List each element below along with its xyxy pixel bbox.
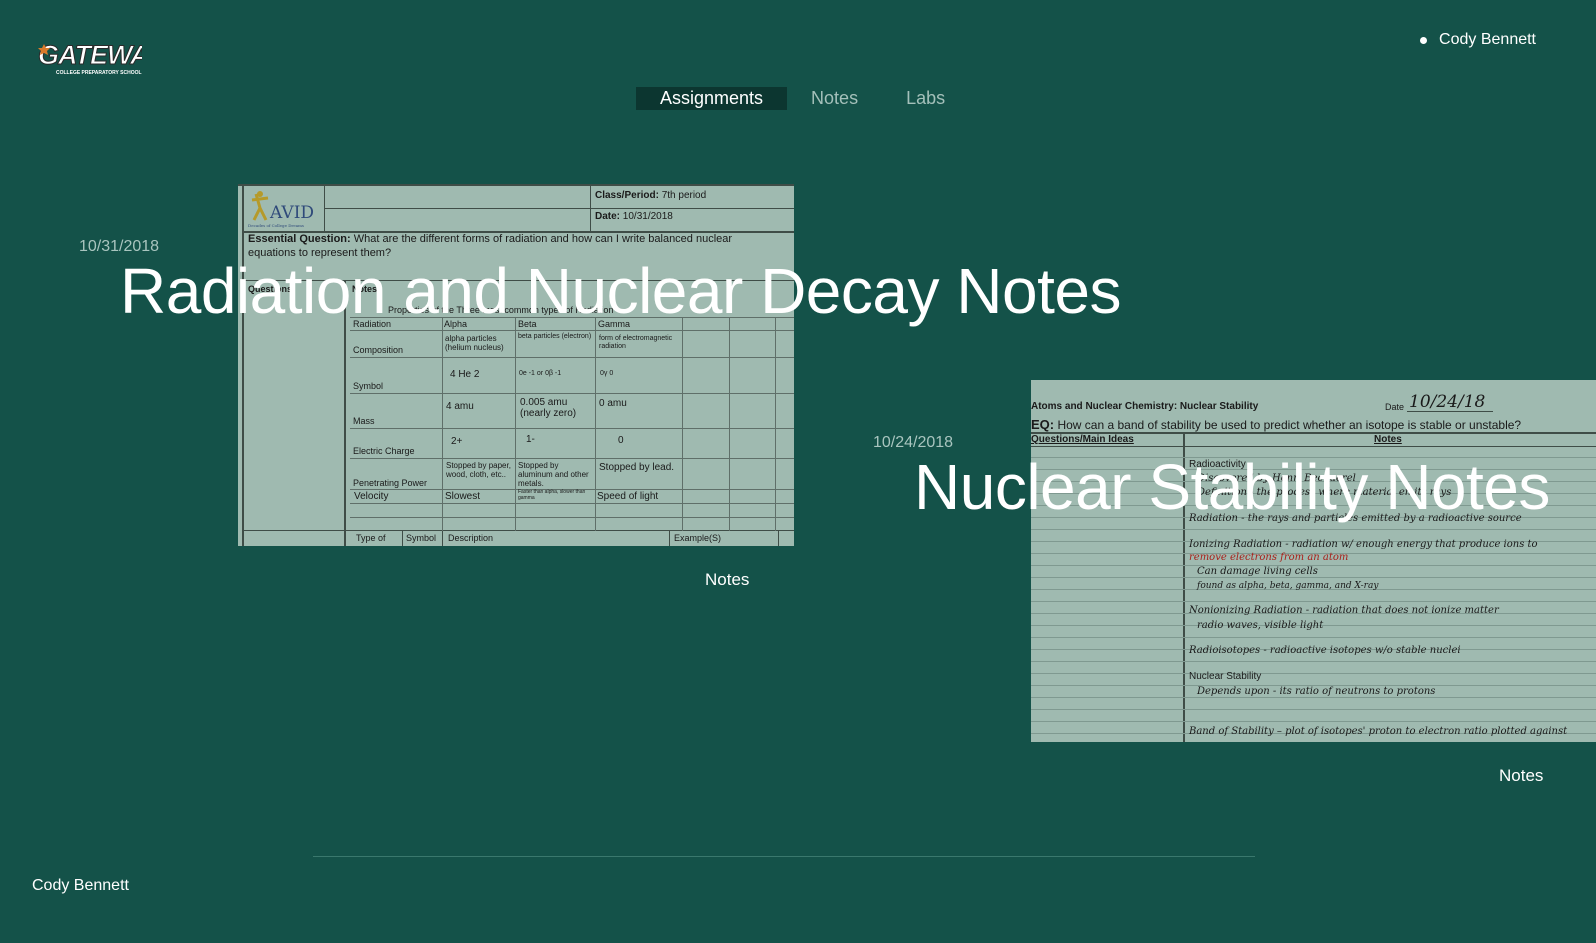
cell-mass-alpha: 4 amu [446,401,474,412]
note-line-6: remove electrons from an atom [1189,552,1349,563]
nav-tab-notes[interactable]: Notes [787,87,882,110]
note-line-12: Nuclear Stability [1189,671,1262,682]
post-category-tag[interactable]: Notes [1499,766,1543,786]
row-label-velocity: Velocity [354,491,389,502]
cell-velocity-beta: Faster than alpha, slower than gamma [518,489,586,501]
note-line-9: Nonionizing Radiation - radiation that d… [1189,605,1499,616]
cell-mass-beta: 0.005 amu (nearly zero) [520,397,577,419]
user-menu[interactable]: Cody Bennett [1420,31,1536,49]
cell-charge-alpha: 2+ [451,436,463,447]
post-thumbnail-nuclear-stability[interactable]: Atoms and Nuclear Chemistry: Nuclear Sta… [1031,380,1596,742]
note-line-13: Depends upon - its ratio of neutrons to … [1197,686,1436,697]
date-label: Date: [595,211,621,222]
svg-text:AVID: AVID [269,203,314,223]
cell-velocity-gamma: Speed of light [597,491,659,502]
post-thumbnail-radiation[interactable]: AVID Decades of College Dreams Class/Per… [238,184,794,546]
date-value: 10/31/2018 [622,211,673,222]
svg-text:Decades of College Dreams: Decades of College Dreams [248,223,304,228]
cell-velocity-alpha: Slowest [445,491,481,502]
cell-composition-alpha: alpha particles (helium nucleus) [445,334,504,353]
svg-text:COLLEGE PREPARATORY SCHOOL: COLLEGE PREPARATORY SCHOOL [56,70,142,76]
notes-heading: Atoms and Nuclear Chemistry: Nuclear Sta… [1031,401,1259,412]
class-period-value: 7th period [661,190,707,201]
svg-text:GATEWAY: GATEWAY [38,40,142,70]
cell-symbol-beta: 0e -1 or 0β -1 [519,370,562,377]
essential-question-label: Essential Question: [248,233,351,245]
column-header-notes: Notes [1374,434,1402,445]
bottom-header-type: Type of [356,533,386,543]
gateway-logo-icon: GATEWAY COLLEGE PREPARATORY SCHOOL [38,40,169,77]
row-label-penetrating-power: Penetrating Power [353,478,428,488]
footer-divider [313,856,1255,857]
post-date: 10/31/2018 [79,238,160,255]
row-label-electric-charge: Electric Charge [353,446,415,456]
bottom-header-description: Description [448,533,494,543]
row-label-composition: Composition [353,345,404,355]
cell-symbol-alpha: 4 He 2 [450,369,480,380]
post-title[interactable]: Nuclear Stability Notes [914,455,1550,519]
avid-logo: AVID Decades of College Dreams [246,188,322,228]
cell-symbol-gamma: 0γ 0 [600,370,614,377]
post-date: 10/24/2018 [873,434,954,451]
note-line-10: radio waves, visible light [1197,620,1324,631]
footer-author-name: Cody Bennett [32,877,129,894]
class-period-label: Class/Period: [595,190,659,201]
main-nav: Assignments Notes Labs [636,87,969,110]
note-line-8: found as alpha, beta, gamma, and X-ray [1197,581,1379,591]
user-status-dot [1420,36,1428,44]
note-line-7: Can damage living cells [1197,566,1318,577]
cell-charge-beta: 1- [526,434,535,445]
post-category-tag[interactable]: Notes [705,570,749,590]
notes-date-value: 10/24/18 [1409,392,1486,412]
note-line-14: Band of Stability – plot of isotopes' pr… [1189,726,1568,737]
post-title[interactable]: Radiation and Nuclear Decay Notes [120,259,1121,323]
nav-tab-labs[interactable]: Labs [882,87,969,110]
nav-tab-assignments[interactable]: Assignments [636,87,788,110]
essential-question-line1: What are the different forms of radiatio… [353,233,733,245]
cell-composition-gamma: form of electromagnetic radiation [599,335,673,351]
cell-charge-gamma: 0 [618,435,624,446]
cell-penetration-gamma: Stopped by lead. [599,462,675,473]
cell-mass-gamma: 0 amu [599,398,627,409]
cell-composition-beta: beta particles (electron) [518,333,592,340]
gateway-logo[interactable]: GATEWAY COLLEGE PREPARATORY SCHOOL [36,36,169,78]
eq-label: EQ: [1031,417,1055,432]
row-label-symbol: Symbol [353,381,384,391]
cell-penetration-beta: Stopped by aluminum and other metals. [518,461,589,489]
row-label-mass: Mass [353,416,375,426]
bottom-header-symbol: Symbol [406,533,437,543]
notes-date-label: Date [1385,402,1405,412]
user-name: Cody Bennett [1439,31,1536,48]
note-line-11: Radioisotopes - radioactive isotopes w/o… [1189,645,1461,656]
eq-text: How can a band of stability be used to p… [1057,418,1522,432]
cell-penetration-alpha: Stopped by paper, wood, cloth, etc.. [446,461,511,480]
note-line-5: Ionizing Radiation - radiation w/ enough… [1189,539,1538,550]
column-header-questions: Questions/Main Ideas [1031,434,1134,445]
avid-figure-icon: AVID Decades of College Dreams [248,191,314,228]
bottom-header-examples: Example(S) [674,533,722,543]
